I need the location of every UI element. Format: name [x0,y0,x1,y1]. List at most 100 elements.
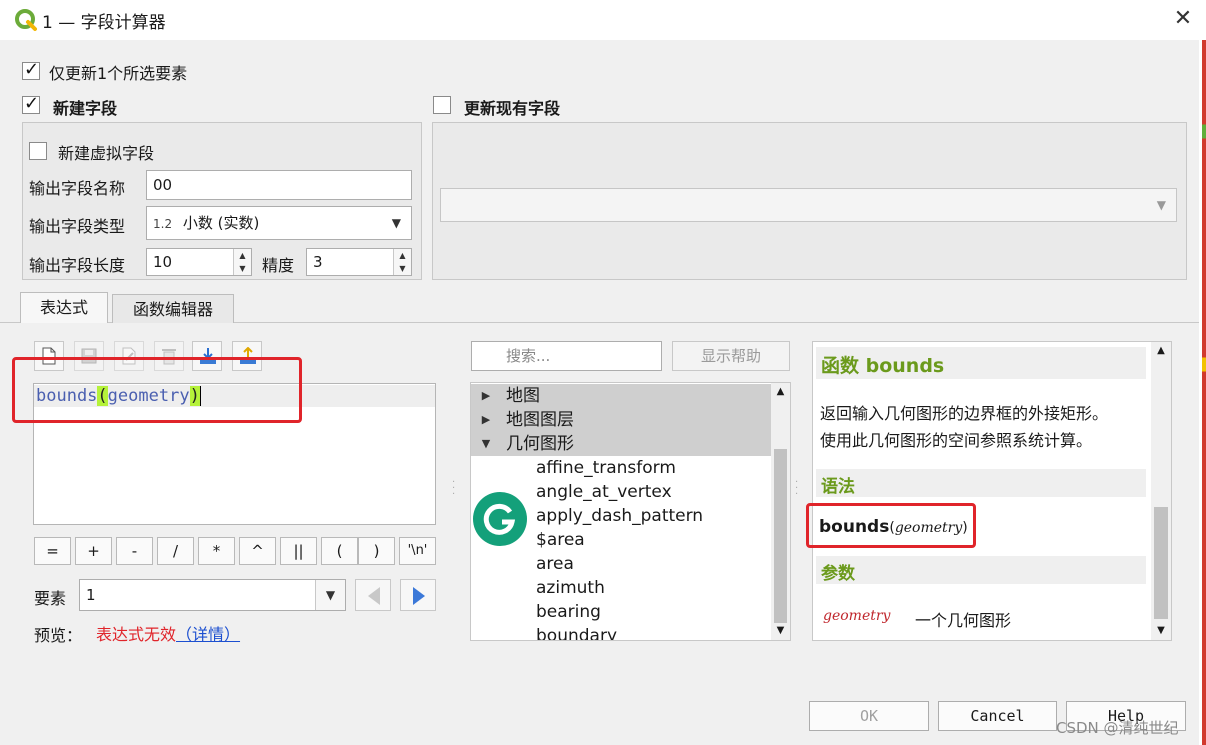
spin-arrows-icon[interactable]: ▲ ▼ [233,249,251,275]
tree-scroll-thumb[interactable] [774,449,787,623]
update-selected-label: 仅更新1个所选要素 [49,64,188,83]
output-name-label: 输出字段名称 [29,179,126,198]
chevron-down-icon: ▼ [391,216,401,230]
tree-item[interactable]: affine_transform [536,456,676,480]
annotation-highlight-box [12,357,302,423]
help-description-line-1: 返回输入几何图形的边界框的外接矩形。 [820,404,1109,423]
feature-value: 1 [86,586,96,604]
output-type-select[interactable]: 1.2 小数 (实数) ▼ [146,206,412,240]
syntax-header: 语法 [821,477,855,497]
scroll-down-icon[interactable]: ▼ [1151,622,1171,640]
tab-function-editor[interactable]: 函数编辑器 [112,294,234,323]
param-name: geometry [823,608,891,624]
annotation-highlight-box [806,503,976,548]
tree-group-map-layers[interactable]: ▶ 地图图层 [471,408,771,432]
tree-scrollbar[interactable]: ▲ ▼ [771,383,790,640]
operator-multiply-button[interactable]: * [198,537,235,565]
params-header-bar [816,556,1146,584]
tree-item[interactable]: azimuth [536,576,605,600]
operator-newline-button[interactable]: '\n' [399,537,436,565]
scroll-up-icon[interactable]: ▲ [1151,342,1171,360]
scroll-down-icon[interactable]: ▼ [771,622,790,640]
output-type-label: 输出字段类型 [29,217,126,236]
tree-group-label: 地图图层 [506,410,574,430]
tree-item[interactable]: boundary [536,624,617,640]
operator-plus-button[interactable]: + [75,537,112,565]
operator-open-paren-button[interactable]: ( [321,537,358,565]
splitter-handle[interactable]: · · · [795,478,798,500]
previous-feature-button[interactable] [355,579,391,611]
tree-group-map[interactable]: ▶ 地图 [471,384,771,408]
precision-label: 精度 [262,256,295,275]
decimal-type-icon: 1.2 [153,217,173,231]
help-panel: 函数 bounds 返回输入几何图形的边界框的外接矩形。 使用此几何图形的空间参… [812,341,1172,641]
splitter-handle[interactable]: · · · [452,478,455,500]
operator-minus-button[interactable]: - [116,537,153,565]
tree-item[interactable]: angle_at_vertex [536,480,672,504]
chevron-down-icon: ▼ [315,580,345,610]
tree-item[interactable]: area [536,552,574,576]
chevron-right-icon: ▶ [481,389,491,402]
virtual-field-checkbox[interactable] [29,142,47,160]
help-scroll-thumb[interactable] [1154,507,1168,619]
existing-field-select[interactable]: ▼ [440,188,1177,222]
search-input[interactable]: 搜索... [471,341,662,371]
tree-item[interactable]: apply_dash_pattern [536,504,703,528]
show-help-button[interactable]: 显示帮助 [672,341,790,371]
precision-spinbox[interactable]: 3 ▲ ▼ [306,248,412,276]
operator-concat-button[interactable]: || [280,537,317,565]
tree-group-label: 地图 [506,386,540,406]
params-header: 参数 [821,564,855,584]
tree-item[interactable]: $area [536,528,585,552]
tab-expression[interactable]: 表达式 [20,292,108,323]
grammarly-icon[interactable] [473,492,527,546]
ok-button[interactable]: OK [809,701,929,731]
preview-label: 预览： [34,626,83,645]
grammarly-g-icon [483,503,516,535]
spin-arrows-icon[interactable]: ▲ ▼ [393,249,411,275]
output-length-label: 输出字段长度 [29,256,126,275]
background-strip [1202,40,1206,745]
triangle-right-icon [413,587,425,605]
new-field-checkbox[interactable] [22,93,40,114]
feature-select[interactable]: 1 ▼ [79,579,346,611]
tree-group-label: 几何图形 [506,434,574,454]
triangle-left-icon [368,587,380,605]
help-description-line-2: 使用此几何图形的空间参照系统计算。 [820,431,1093,450]
update-selected-checkbox[interactable] [22,59,40,80]
tree-item[interactable]: bearing [536,600,601,624]
output-length-spinbox[interactable]: 10 ▲ ▼ [146,248,252,276]
virtual-field-label: 新建虚拟字段 [58,144,155,163]
precision-value: 3 [313,253,323,271]
preview-output: 表达式无效（详情） [96,621,240,645]
output-length-value: 10 [153,253,173,271]
title-bar [0,0,1206,40]
feature-label: 要素 [34,589,67,608]
operator-divide-button[interactable]: / [157,537,194,565]
chevron-right-icon: ▶ [481,413,491,426]
qgis-logo-icon [14,8,38,32]
window-title: 1 — 字段计算器 [42,13,166,33]
operator-close-paren-button[interactable]: ) [358,537,395,565]
preview-error: 表达式无效 [96,625,177,644]
update-existing-label: 更新现有字段 [464,99,561,118]
watermark: CSDN @清纯世纪 [1056,719,1179,737]
syntax-header-bar [816,469,1146,497]
output-type-value: 小数 (实数) [182,214,260,232]
param-description: 一个几何图形 [915,611,1012,630]
preview-details-link[interactable]: （详情） [176,625,240,644]
tree-group-geometry[interactable]: ▼ 几何图形 [471,432,771,456]
operator-power-button[interactable]: ^ [239,537,276,565]
output-name-input[interactable]: 00 [146,170,412,200]
cancel-button[interactable]: Cancel [938,701,1057,731]
chevron-down-icon: ▼ [1156,198,1166,212]
scroll-up-icon[interactable]: ▲ [771,383,790,401]
close-button[interactable]: ✕ [1160,0,1206,40]
next-feature-button[interactable] [400,579,436,611]
help-scrollbar[interactable]: ▲ ▼ [1151,342,1171,640]
help-title: 函数 bounds [821,355,945,377]
operator-equals-button[interactable]: = [34,537,71,565]
new-field-label: 新建字段 [53,99,118,118]
chevron-down-icon: ▼ [481,437,491,450]
update-existing-checkbox[interactable] [433,96,451,114]
